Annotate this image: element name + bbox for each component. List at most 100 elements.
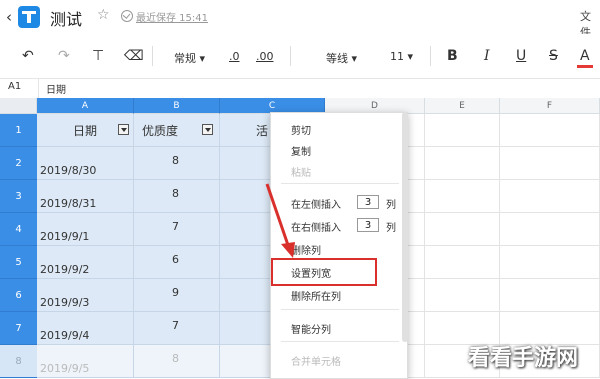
grid-cell[interactable] bbox=[425, 114, 500, 147]
grid-cell[interactable] bbox=[500, 180, 600, 213]
decrease-decimal-button[interactable]: .0 bbox=[229, 50, 240, 63]
formula-bar: A1 日期 bbox=[0, 78, 600, 99]
date-cell[interactable]: 2019/9/5 bbox=[37, 345, 134, 378]
font-color-button[interactable]: A bbox=[580, 48, 590, 64]
toolbar-divider bbox=[152, 46, 153, 66]
back-icon[interactable]: ‹ bbox=[6, 8, 12, 26]
toolbar: ↶ ↷ ⊤ ⌫ 常规 ▾ .0 .00 等线 ▾ 11 ▾ B I U S A bbox=[0, 34, 600, 78]
filter-dropdown-icon[interactable] bbox=[118, 124, 129, 135]
grid-cell[interactable] bbox=[500, 246, 600, 279]
insert-right-unit: 列 bbox=[386, 223, 396, 234]
grid-cell[interactable] bbox=[425, 279, 500, 312]
formula-divider bbox=[38, 79, 39, 98]
number-format-select[interactable]: 常规 ▾ bbox=[174, 50, 205, 66]
table-header-cell[interactable]: 优质度 bbox=[134, 114, 220, 147]
increase-decimal-button[interactable]: .00 bbox=[256, 50, 274, 63]
insert-right-count-input[interactable]: 3 bbox=[357, 218, 379, 232]
toolbar-divider bbox=[290, 46, 291, 66]
row-header[interactable]: 4 bbox=[0, 213, 37, 246]
date-value: 2019/9/1 bbox=[40, 230, 90, 243]
menu-scrollbar[interactable] bbox=[402, 112, 408, 342]
grid-cell[interactable] bbox=[500, 213, 600, 246]
insert-left-unit: 列 bbox=[386, 200, 396, 211]
quality-value: 8 bbox=[172, 187, 179, 200]
row-header[interactable]: 3 bbox=[0, 180, 37, 213]
quality-cell[interactable]: 7 bbox=[134, 213, 220, 246]
row-header[interactable]: 1 bbox=[0, 114, 37, 147]
filter-dropdown-icon[interactable] bbox=[202, 124, 213, 135]
date-cell[interactable]: 2019/9/3 bbox=[37, 279, 134, 312]
date-value: 2019/9/3 bbox=[40, 296, 90, 309]
c-header: 活 bbox=[256, 124, 269, 138]
date-header: 日期 bbox=[73, 124, 98, 138]
quality-cell[interactable]: 8 bbox=[134, 345, 220, 378]
quality-value: 8 bbox=[172, 154, 179, 167]
insert-left-count-input[interactable]: 3 bbox=[357, 195, 379, 209]
redo-icon[interactable]: ↷ bbox=[58, 48, 70, 64]
grid-cell[interactable] bbox=[425, 246, 500, 279]
row-header[interactable]: 5 bbox=[0, 246, 37, 279]
grid-cell[interactable] bbox=[500, 114, 600, 147]
date-value: 2019/9/2 bbox=[40, 263, 90, 276]
bold-button[interactable]: B bbox=[447, 48, 458, 64]
quality-cell[interactable]: 9 bbox=[134, 279, 220, 312]
font-name-label: 等线 bbox=[326, 52, 348, 65]
menu-item-cut[interactable]: 剪切 bbox=[291, 122, 311, 137]
strikethrough-button[interactable]: S bbox=[549, 48, 558, 64]
quality-cell[interactable]: 6 bbox=[134, 246, 220, 279]
grid-cell[interactable] bbox=[425, 213, 500, 246]
quality-value: 8 bbox=[172, 352, 179, 365]
menu-item-copy[interactable]: 复制 bbox=[291, 143, 311, 158]
grid-cell[interactable] bbox=[425, 147, 500, 180]
font-size-select[interactable]: 11 ▾ bbox=[390, 50, 413, 63]
row-header[interactable]: 2 bbox=[0, 147, 37, 180]
underline-button[interactable]: U bbox=[516, 48, 526, 64]
menu-item-smart-split[interactable]: 智能分列 bbox=[291, 321, 331, 336]
menu-separator bbox=[281, 341, 399, 342]
grid-cell[interactable] bbox=[500, 147, 600, 180]
date-cell[interactable]: 2019/8/31 bbox=[37, 180, 134, 213]
date-value: 2019/8/31 bbox=[40, 197, 97, 210]
font-name-select[interactable]: 等线 ▾ bbox=[326, 50, 357, 66]
quality-cell[interactable]: 8 bbox=[134, 147, 220, 180]
undo-icon[interactable]: ↶ bbox=[22, 48, 34, 64]
table-header-cell[interactable]: 日期 bbox=[37, 114, 134, 147]
menu-item-paste[interactable]: 粘贴 bbox=[291, 164, 311, 179]
format-painter-icon[interactable]: ⊤ bbox=[92, 48, 104, 64]
watermark-logo: 看看手游网 bbox=[468, 346, 579, 371]
date-value: 2019/8/30 bbox=[40, 164, 97, 177]
number-format-label: 常规 bbox=[174, 52, 196, 65]
star-icon[interactable]: ☆ bbox=[97, 7, 110, 23]
menu-separator bbox=[281, 309, 399, 310]
column-header-a[interactable]: A bbox=[37, 98, 134, 114]
save-status-icon bbox=[121, 10, 133, 22]
column-header-f[interactable]: F bbox=[500, 98, 600, 114]
date-cell[interactable]: 2019/8/30 bbox=[37, 147, 134, 180]
date-cell[interactable]: 2019/9/2 bbox=[37, 246, 134, 279]
title-bar bbox=[0, 0, 600, 34]
quality-cell[interactable]: 7 bbox=[134, 312, 220, 345]
date-value: 2019/9/4 bbox=[40, 329, 90, 342]
grid-cell[interactable] bbox=[500, 279, 600, 312]
date-cell[interactable]: 2019/9/1 bbox=[37, 213, 134, 246]
menu-item-merge-cells[interactable]: 合并单元格 bbox=[291, 353, 341, 368]
column-header-e[interactable]: E bbox=[425, 98, 500, 114]
cell-reference[interactable]: A1 bbox=[8, 81, 21, 92]
grid-cell[interactable] bbox=[425, 180, 500, 213]
font-color-swatch bbox=[577, 65, 593, 68]
clear-format-icon[interactable]: ⌫ bbox=[124, 48, 144, 64]
quality-header: 优质度 bbox=[142, 124, 179, 138]
formula-value[interactable]: 日期 bbox=[46, 81, 66, 96]
menu-item-delete-all[interactable]: 删除所在列 bbox=[291, 288, 341, 303]
italic-button[interactable]: I bbox=[484, 48, 490, 64]
select-all-corner[interactable] bbox=[0, 98, 37, 114]
row-header[interactable]: 8 bbox=[0, 345, 37, 378]
document-title[interactable]: 测试 bbox=[50, 6, 82, 30]
row-header[interactable]: 7 bbox=[0, 312, 37, 345]
date-cell[interactable]: 2019/9/4 bbox=[37, 312, 134, 345]
toolbar-divider bbox=[430, 46, 431, 66]
quality-cell[interactable]: 8 bbox=[134, 180, 220, 213]
column-header-b[interactable]: B bbox=[134, 98, 220, 114]
row-header[interactable]: 6 bbox=[0, 279, 37, 312]
save-status-text[interactable]: 最近保存 15:41 bbox=[136, 9, 208, 24]
